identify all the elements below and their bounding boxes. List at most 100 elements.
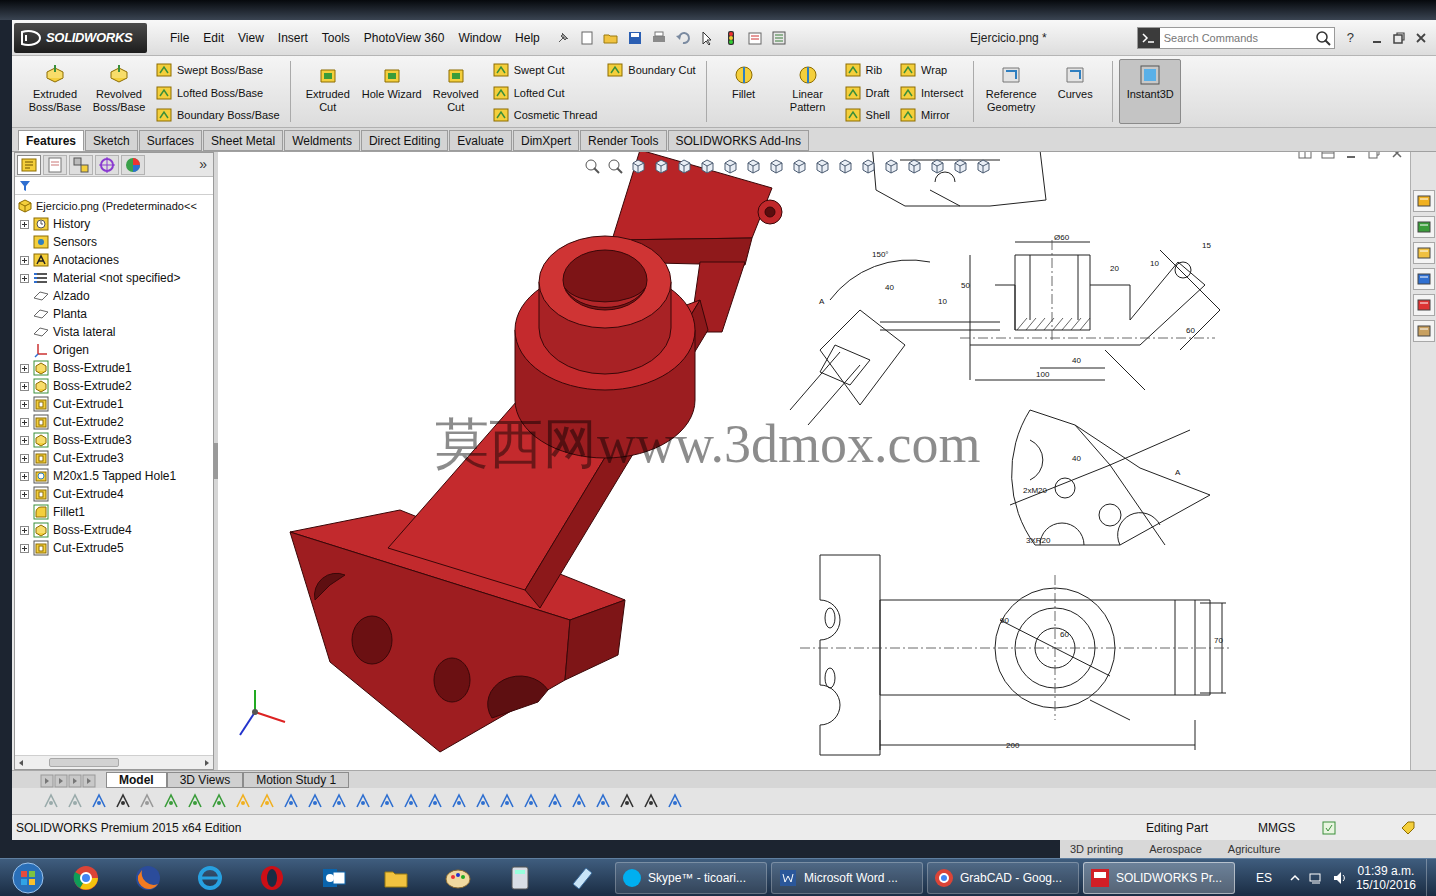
command-tab[interactable]: Render Tools [580,130,667,151]
pinned-app[interactable] [489,864,551,892]
menu-item[interactable]: Edit [196,29,231,47]
pinned-app[interactable] [427,864,489,892]
taskbar-button[interactable]: Skype™ - ticoari... [615,862,767,894]
expander-plus-icon[interactable] [20,472,29,481]
model-tab[interactable]: Motion Study 1 [243,772,349,788]
horizontal-scrollbar[interactable] [15,755,213,769]
command-button[interactable]: Reference Geometry [980,59,1042,124]
scroll-thumb[interactable] [49,758,119,767]
tree-item[interactable]: Cut-Extrude2 [15,413,213,431]
command-item[interactable]: Cosmetic Thread [493,107,598,124]
expander-plus-icon[interactable] [20,490,29,499]
expander-plus-icon[interactable] [20,436,29,445]
help-button[interactable]: ? [1347,28,1354,48]
tree-item[interactable]: Alzado [15,287,213,305]
menu-item[interactable]: View [231,29,271,47]
tree-item[interactable]: M20x1.5 Tapped Hole1 [15,467,213,485]
expander-plus-icon[interactable] [20,256,29,265]
command-item[interactable]: Intersect [900,85,963,102]
command-button[interactable]: Fillet [713,59,775,124]
tree-item[interactable]: Fillet1 [15,503,213,521]
command-tab[interactable]: DimXpert [513,130,579,151]
command-item[interactable]: Lofted Boss/Base [156,85,280,102]
command-button[interactable]: Extruded Cut [297,59,359,124]
tree-item[interactable]: Cut-Extrude3 [15,449,213,467]
tree-item[interactable]: Cut-Extrude1 [15,395,213,413]
taskbar-button[interactable]: Microsoft Word ... [771,862,923,894]
command-button[interactable]: Revolved Boss/Base [88,59,150,124]
task-pane-tab[interactable] [1413,242,1435,264]
tree-item[interactable]: Cut-Extrude4 [15,485,213,503]
tree-item[interactable]: Anotaciones [15,251,213,269]
task-pane-tab[interactable] [1413,268,1435,290]
menu-item[interactable]: Window [451,29,508,47]
panel-tab[interactable] [95,155,119,175]
tree-item[interactable]: Boss-Extrude3 [15,431,213,449]
taskbar-button[interactable]: GrabCAD - Goog... [927,862,1079,894]
expander-plus-icon[interactable] [20,526,29,535]
show-desktop-button[interactable] [1426,859,1436,896]
tree-root[interactable]: Ejercicio.png (Predeterminado<< [15,197,213,215]
expander-plus-icon[interactable] [20,418,29,427]
command-button[interactable]: Instant3D [1119,59,1181,124]
command-item[interactable]: Swept Boss/Base [156,62,280,79]
menu-item[interactable]: Tools [315,29,357,47]
tree-item[interactable]: Cut-Extrude5 [15,539,213,557]
tree-item[interactable]: Planta [15,305,213,323]
pinned-app[interactable] [241,864,303,892]
command-tab[interactable]: Weldments [284,130,360,151]
tree-item[interactable]: Origen [15,341,213,359]
task-pane-tab[interactable] [1413,294,1435,316]
tree-item[interactable]: Boss-Extrude2 [15,377,213,395]
model-tab[interactable]: Model [106,772,167,788]
units-button[interactable]: MMGS [1258,819,1322,837]
command-tab[interactable]: Features [18,130,84,151]
expander-plus-icon[interactable] [20,544,29,553]
tree-item[interactable]: Material <not specified> [15,269,213,287]
command-tab[interactable]: Sheet Metal [203,130,283,151]
filter-row[interactable] [15,177,213,195]
graphics-area[interactable]: 150°Ø60A401050201015604010040A2xM203XR20… [218,152,1410,770]
language-indicator[interactable]: ES [1256,869,1272,887]
command-item[interactable]: Rib [845,62,890,79]
expander-plus-icon[interactable] [20,454,29,463]
task-pane-tab[interactable] [1413,216,1435,238]
pinned-app[interactable] [179,864,241,892]
clock[interactable]: 01:39 a.m.15/10/2016 [1356,864,1416,892]
command-item[interactable]: Draft [845,85,890,102]
pinned-app[interactable] [551,864,613,892]
expander-plus-icon[interactable] [20,220,29,229]
panel-tab[interactable] [43,155,67,175]
tree-item[interactable]: Sensors [15,233,213,251]
command-item[interactable]: Wrap [900,62,963,79]
model-tab[interactable]: 3D Views [167,772,243,788]
command-tab[interactable]: Sketch [85,130,138,151]
command-button[interactable]: Extruded Boss/Base [24,59,86,124]
command-item[interactable]: Shell [845,107,890,124]
pinned-app[interactable] [55,864,117,892]
category-link[interactable]: Agriculture [1228,841,1281,858]
pinned-app[interactable] [365,864,427,892]
panel-tab[interactable] [17,155,41,175]
search-input[interactable] [1160,28,1314,48]
task-pane-tab[interactable] [1413,190,1435,212]
command-item[interactable]: Swept Cut [493,62,598,79]
category-link[interactable]: 3D printing [1070,841,1123,858]
menu-item[interactable]: PhotoView 360 [357,29,452,47]
command-tab[interactable]: Direct Editing [361,130,448,151]
expander-plus-icon[interactable] [20,364,29,373]
command-tab[interactable]: Surfaces [139,130,202,151]
tree-item[interactable]: Vista lateral [15,323,213,341]
command-item[interactable]: Boundary Cut [607,62,695,79]
command-item[interactable]: Lofted Cut [493,85,598,102]
start-button[interactable] [0,862,55,894]
command-button[interactable]: Hole Wizard [361,59,423,124]
menu-item[interactable]: File [163,29,196,47]
panel-tab[interactable] [121,155,145,175]
expander-plus-icon[interactable] [20,274,29,283]
category-link[interactable]: Aerospace [1149,841,1202,858]
command-button[interactable]: Curves [1044,59,1106,124]
more-tabs-button[interactable]: » [199,154,207,175]
expander-plus-icon[interactable] [20,382,29,391]
tree-item[interactable]: Boss-Extrude1 [15,359,213,377]
